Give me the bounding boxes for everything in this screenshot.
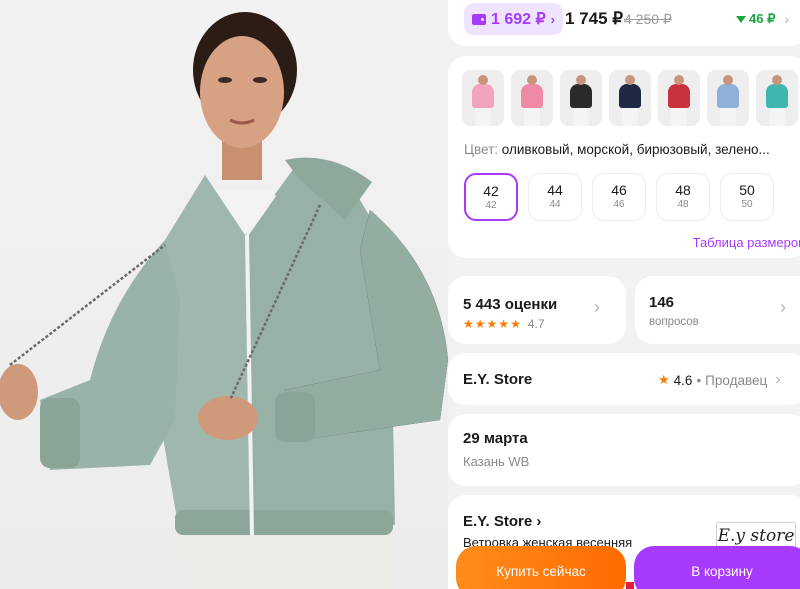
size-main-label: 50 bbox=[739, 182, 755, 198]
star-icon: ★ bbox=[474, 317, 486, 331]
color-thumbnail[interactable] bbox=[658, 70, 700, 126]
questions-count: 146 bbox=[649, 294, 675, 311]
size-sub-label: 46 bbox=[613, 199, 625, 210]
price-card: 1 692 ₽ › 1 745 ₽ 4 250 ₽ 46 ₽ › bbox=[448, 0, 800, 46]
questions-card[interactable]: 146 вопросов › bbox=[635, 276, 800, 344]
product-photo[interactable] bbox=[0, 0, 448, 589]
color-thumbnail[interactable] bbox=[511, 70, 553, 126]
wallet-price-value: 1 692 ₽ bbox=[491, 11, 546, 28]
add-to-cart-button[interactable]: В корзину bbox=[634, 546, 800, 589]
chevron-right-icon: › bbox=[780, 297, 786, 317]
size-sub-label: 48 bbox=[677, 199, 689, 210]
color-thumbnail[interactable] bbox=[707, 70, 749, 126]
color-thumbnail[interactable] bbox=[756, 70, 798, 126]
size-sub-label: 50 bbox=[741, 199, 753, 210]
chevron-right-icon: › bbox=[775, 371, 781, 388]
chevron-right-icon: › bbox=[550, 11, 556, 27]
chevron-right-icon: › bbox=[594, 297, 600, 317]
reviews-count: 5 443 оценки bbox=[463, 296, 558, 313]
size-option[interactable]: 48 48 bbox=[656, 173, 710, 221]
model-jacket-illustration bbox=[0, 12, 448, 589]
wallet-price-button[interactable]: 1 692 ₽ › bbox=[464, 3, 564, 35]
star-icon: ★ bbox=[486, 317, 498, 331]
size-main-label: 44 bbox=[547, 182, 563, 198]
store-rating: ★ 4.6 • Продавец › bbox=[658, 371, 781, 389]
star-icon: ★ bbox=[658, 372, 670, 387]
rating-value: 4.7 bbox=[527, 317, 545, 331]
questions-label: вопросов bbox=[649, 316, 699, 328]
wallet-icon bbox=[472, 13, 486, 25]
color-label: Цвет: bbox=[464, 142, 499, 157]
delivery-city: Казань WB bbox=[463, 454, 530, 469]
store-role: Продавец bbox=[705, 372, 768, 388]
reviews-card[interactable]: 5 443 оценки ★ ★ ★ ★ ★ 4.7 › bbox=[448, 276, 626, 344]
rating-stars: ★ ★ ★ ★ ★ 4.7 bbox=[463, 317, 545, 331]
size-selector: 42 42 44 44 46 46 48 48 50 50 bbox=[464, 173, 774, 221]
store-card[interactable]: E.Y. Store ★ 4.6 • Продавец › bbox=[448, 353, 800, 405]
color-thumbnail[interactable] bbox=[560, 70, 602, 126]
size-option[interactable]: 50 50 bbox=[720, 173, 774, 221]
size-sub-label: 44 bbox=[549, 199, 561, 210]
red-strip bbox=[626, 582, 634, 589]
old-price: 4 250 ₽ bbox=[624, 11, 672, 27]
cashback-value: 46 ₽ bbox=[749, 11, 776, 26]
size-table-link[interactable]: Таблица размеров bbox=[693, 235, 800, 250]
size-main-label: 46 bbox=[611, 182, 627, 198]
size-option[interactable]: 44 44 bbox=[528, 173, 582, 221]
delivery-date: 29 марта bbox=[463, 430, 528, 447]
color-thumbnail[interactable] bbox=[609, 70, 651, 126]
size-option[interactable]: 42 42 bbox=[464, 173, 518, 221]
separator-dot: • bbox=[696, 372, 702, 388]
store-name: E.Y. Store bbox=[463, 371, 533, 388]
star-icon: ★ bbox=[463, 317, 474, 331]
buy-now-button[interactable]: Купить сейчас bbox=[456, 546, 626, 589]
chevron-right-icon: › bbox=[784, 11, 790, 27]
delivery-card[interactable]: 29 марта Казань WB bbox=[448, 414, 800, 486]
color-thumbnails bbox=[462, 70, 798, 126]
arrow-down-icon bbox=[736, 15, 746, 23]
seller-name[interactable]: E.Y. Store › bbox=[463, 513, 541, 530]
size-option[interactable]: 46 46 bbox=[592, 173, 646, 221]
star-icon: ★ bbox=[510, 317, 521, 331]
color-line: Цвет: оливковый, морской, бирюзовый, зел… bbox=[464, 142, 770, 157]
color-value: оливковый, морской, бирюзовый, зелено... bbox=[501, 142, 770, 157]
size-main-label: 48 bbox=[675, 182, 691, 198]
cashback-button[interactable]: 46 ₽ › bbox=[736, 11, 789, 27]
product-info-panel: 1 692 ₽ › 1 745 ₽ 4 250 ₽ 46 ₽ › Цвет: о… bbox=[448, 0, 800, 589]
size-main-label: 42 bbox=[483, 183, 499, 199]
star-icon: ★ bbox=[498, 317, 510, 331]
current-price: 1 745 ₽ bbox=[565, 9, 624, 28]
size-sub-label: 42 bbox=[485, 200, 497, 211]
variants-card: Цвет: оливковый, морской, бирюзовый, зел… bbox=[448, 56, 800, 258]
store-rating-value: 4.6 bbox=[673, 372, 693, 388]
color-thumbnail[interactable] bbox=[462, 70, 504, 126]
